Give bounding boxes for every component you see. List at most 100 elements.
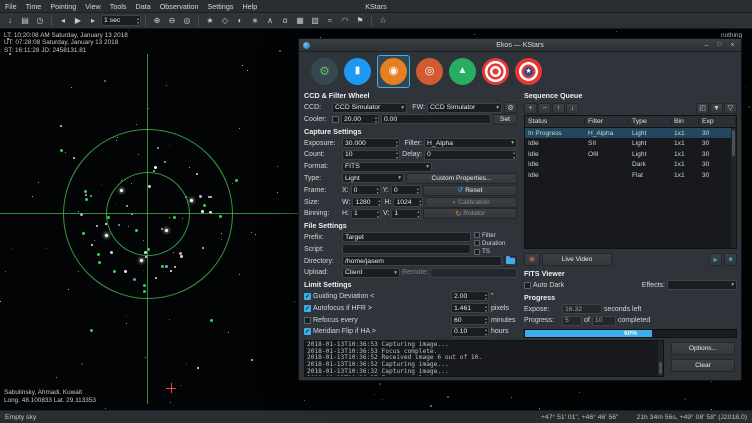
frame-x-spin[interactable]: 0 xyxy=(351,185,381,195)
set-temperature-button[interactable]: Set xyxy=(493,114,517,125)
menu-observation[interactable]: Observation xyxy=(160,2,199,11)
close-button[interactable] xyxy=(728,41,737,50)
clear-button[interactable]: Clear xyxy=(671,359,735,372)
menu-help[interactable]: Help xyxy=(242,2,257,11)
stop-sequence-button[interactable] xyxy=(724,253,737,266)
binning-v-spin[interactable]: 1 xyxy=(391,209,421,219)
time-forward-icon[interactable]: ▸ xyxy=(86,14,100,27)
script-input[interactable] xyxy=(342,244,471,254)
time-rewind-icon[interactable]: ◂ xyxy=(56,14,70,27)
refocus-spin[interactable]: 60 xyxy=(451,315,489,325)
rotator-button[interactable]: Rotator xyxy=(423,208,517,219)
column-header-exp[interactable]: Exp xyxy=(699,118,736,125)
minimize-button[interactable] xyxy=(702,41,711,50)
sequence-job-row[interactable]: In ProgressH_AlphaLight1x130 xyxy=(525,128,736,139)
sequence-job-row[interactable]: IdleFlat1x130 xyxy=(525,170,736,181)
timestamp-suffix-check[interactable] xyxy=(474,249,480,255)
ekos-titlebar[interactable]: Ekos — KStars xyxy=(299,39,741,52)
directory-input[interactable]: /home/jasem xyxy=(342,256,502,266)
menu-settings[interactable]: Settings xyxy=(207,2,233,11)
preview-button[interactable] xyxy=(524,253,540,266)
frame-type-combo[interactable]: Light xyxy=(342,173,404,183)
find-object-icon[interactable]: ◎ xyxy=(180,14,194,27)
filter-settings-button[interactable] xyxy=(504,102,517,113)
calibration-button[interactable]: Calibration xyxy=(425,197,517,208)
refocus-check[interactable] xyxy=(304,317,311,324)
open-queue-icon[interactable]: ◰ xyxy=(696,103,709,114)
exposure-spin[interactable]: 30.000 xyxy=(342,138,400,148)
indi-module-button[interactable]: ▮ xyxy=(344,58,371,85)
scrollbar-thumb[interactable] xyxy=(659,362,662,374)
align-module-button[interactable] xyxy=(482,58,509,85)
options-button[interactable]: Options... xyxy=(671,342,735,355)
format-combo[interactable]: FITS xyxy=(342,162,432,172)
horizon-icon[interactable]: ◠ xyxy=(338,14,352,27)
log-scrollbar[interactable] xyxy=(658,341,663,376)
autofocus-hfr-spin[interactable]: 1.461 xyxy=(451,303,489,313)
menu-time[interactable]: Time xyxy=(26,2,42,11)
column-header-filter[interactable]: Filter xyxy=(585,118,629,125)
effects-combo[interactable] xyxy=(667,280,737,290)
menu-data[interactable]: Data xyxy=(136,2,151,11)
solar-system-icon[interactable]: ◐ xyxy=(233,14,247,27)
time-step-combo[interactable]: 1 sec xyxy=(101,15,141,26)
sequence-job-row[interactable]: IdleDark1x130 xyxy=(525,159,736,170)
menu-view[interactable]: View xyxy=(85,2,100,11)
delay-spin[interactable]: 0 xyxy=(424,150,517,160)
setup-module-button[interactable]: ⚙ xyxy=(311,58,338,85)
constellation-names-icon[interactable]: α xyxy=(278,14,292,27)
filter-wheel-combo[interactable]: CCD Simulator xyxy=(427,103,502,113)
binning-h-spin[interactable]: 1 xyxy=(351,209,381,219)
zoom-out-icon[interactable]: ⊖ xyxy=(165,14,179,27)
download-icon[interactable]: ↓ xyxy=(3,14,17,27)
live-video-button[interactable]: Live Video xyxy=(542,253,612,266)
duration-suffix-check[interactable] xyxy=(474,240,480,246)
custom-properties-button[interactable]: Custom Properties... xyxy=(406,173,517,184)
browse-directory-button[interactable] xyxy=(504,256,517,267)
table-scrollbar[interactable] xyxy=(731,128,736,248)
cooler-toggle[interactable] xyxy=(332,116,339,123)
save-queue-as-icon[interactable]: ▽ xyxy=(724,103,737,114)
remove-job-icon[interactable]: − xyxy=(538,103,551,114)
constellation-lines-icon[interactable]: ∧ xyxy=(263,14,277,27)
reset-frame-button[interactable]: Reset xyxy=(423,185,517,196)
flags-icon[interactable]: ⚑ xyxy=(353,14,367,27)
scrollbar-thumb[interactable] xyxy=(732,130,735,156)
whats-interesting-icon[interactable]: ☆ xyxy=(376,14,390,27)
focus-module-button[interactable]: ◎ xyxy=(416,58,443,85)
move-job-up-icon[interactable]: ↑ xyxy=(552,103,565,114)
column-header-status[interactable]: Status xyxy=(525,118,585,125)
mount-module-button[interactable]: ▲ xyxy=(449,58,476,85)
guide-module-button[interactable]: ★ xyxy=(515,58,542,85)
autofocus-hfr-check[interactable] xyxy=(304,305,311,312)
prefix-input[interactable]: Target xyxy=(342,232,471,242)
move-job-down-icon[interactable]: ↓ xyxy=(566,103,579,114)
set-time-icon[interactable]: ◷ xyxy=(33,14,47,27)
print-icon[interactable]: ▤ xyxy=(18,14,32,27)
capture-module-button[interactable]: ◉ xyxy=(377,55,410,88)
deep-sky-objects-icon[interactable]: ◇ xyxy=(218,14,232,27)
count-spin[interactable]: 10 xyxy=(342,150,400,160)
equatorial-grid-icon[interactable]: ▦ xyxy=(293,14,307,27)
guide-deviation-check[interactable] xyxy=(304,293,311,300)
guide-deviation-spin[interactable]: 2.00 xyxy=(451,291,489,301)
frame-y-spin[interactable]: 0 xyxy=(391,185,421,195)
sequence-job-row[interactable]: IdleOIIILight1x130 xyxy=(525,149,736,160)
time-play-icon[interactable]: ▶ xyxy=(71,14,85,27)
menu-tools[interactable]: Tools xyxy=(110,2,127,11)
stars-icon[interactable]: ★ xyxy=(203,14,217,27)
frame-width-spin[interactable]: 1280 xyxy=(352,197,382,207)
filter-suffix-check[interactable] xyxy=(474,232,480,238)
milky-way-icon[interactable]: ≈ xyxy=(323,14,337,27)
capture-log[interactable]: 2018-01-13T10:36:53 Capturing image...20… xyxy=(304,340,664,377)
meridian-flip-spin[interactable]: 0.10 xyxy=(451,327,489,337)
menu-file[interactable]: File xyxy=(5,2,17,11)
column-header-type[interactable]: Type xyxy=(629,118,671,125)
cooler-target-input[interactable]: 0.00 xyxy=(381,114,491,124)
maximize-button[interactable] xyxy=(715,41,724,50)
ccd-combo[interactable]: CCD Simulator xyxy=(332,103,407,113)
start-sequence-button[interactable] xyxy=(709,253,722,266)
add-job-icon[interactable]: + xyxy=(524,103,537,114)
menu-pointing[interactable]: Pointing xyxy=(50,2,76,11)
sequence-job-row[interactable]: IdleSIILight1x130 xyxy=(525,138,736,149)
